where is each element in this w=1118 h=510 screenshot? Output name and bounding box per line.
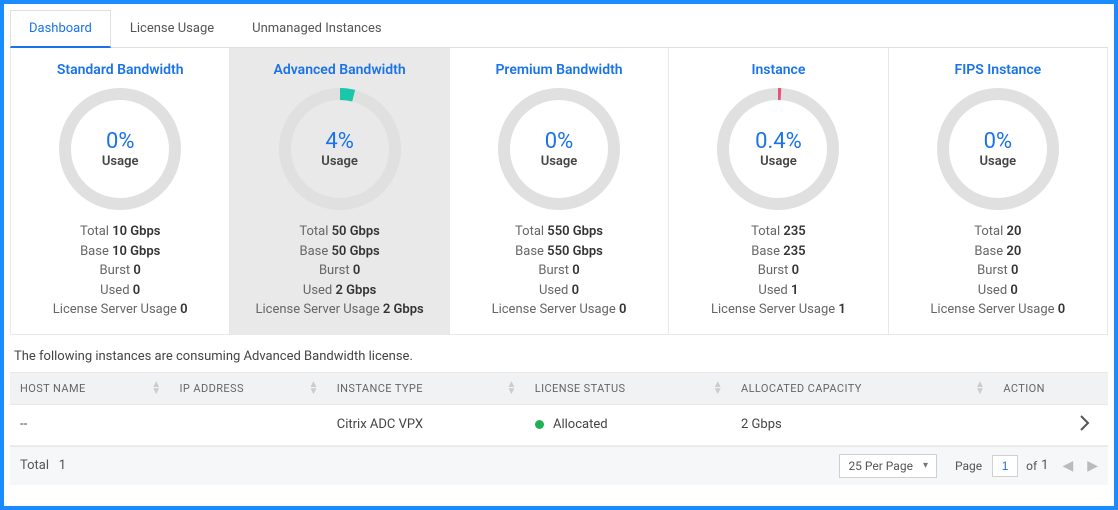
col-license-status[interactable]: LICENSE STATUS▲▼ [525, 372, 731, 404]
status-dot-icon [535, 420, 544, 429]
per-page-select[interactable]: 25 Per Page ▾ [839, 454, 937, 478]
cell-type: Citrix ADC VPX [327, 404, 525, 445]
card-stats: Total 550 Gbps Base 550 Gbps Burst 0 Use… [458, 222, 660, 320]
total-label: Total [20, 458, 49, 473]
usage-percent: 0.4% [755, 129, 802, 154]
instances-table: HOST NAME▲▼IP ADDRESS▲▼INSTANCE TYPE▲▼LI… [10, 372, 1108, 446]
card-stats: Total 50 Gbps Base 50 Gbps Burst 0 Used … [238, 222, 440, 320]
usage-card-advanced-bandwidth[interactable]: Advanced Bandwidth 4% Usage Total 50 Gbp… [230, 48, 449, 334]
cell-capacity: 2 Gbps [731, 404, 993, 445]
table-row: -- Citrix ADC VPX Allocated 2 Gbps [10, 404, 1108, 445]
cell-status: Allocated [525, 404, 731, 445]
card-title[interactable]: FIPS Instance [897, 62, 1099, 78]
card-stats: Total 20 Base 20 Burst 0 Used 0 License … [897, 222, 1099, 320]
tab-bar: DashboardLicense UsageUnmanaged Instance… [10, 10, 1108, 48]
donut-chart: 4% Usage [238, 84, 440, 214]
tab-license-usage[interactable]: License Usage [111, 10, 233, 47]
card-title[interactable]: Premium Bandwidth [458, 62, 660, 78]
cell-host: -- [10, 404, 170, 445]
usage-card-premium-bandwidth[interactable]: Premium Bandwidth 0% Usage Total 550 Gbp… [450, 48, 669, 334]
card-stats: Total 10 Gbps Base 10 Gbps Burst 0 Used … [19, 222, 221, 320]
usage-cards-row: Standard Bandwidth 0% Usage Total 10 Gbp… [10, 48, 1108, 335]
tab-dashboard[interactable]: Dashboard [10, 10, 111, 48]
prev-page-button[interactable]: ◀ [1062, 458, 1073, 474]
usage-percent: 0% [545, 129, 573, 154]
cell-ip [170, 404, 327, 445]
usage-percent: 0% [106, 129, 134, 154]
total-value: 1 [59, 458, 66, 473]
chevron-down-icon: ▾ [923, 460, 928, 471]
page-label: Page [955, 459, 982, 473]
cell-action [993, 404, 1108, 445]
usage-card-fips-instance[interactable]: FIPS Instance 0% Usage Total 20 Base 20 … [889, 48, 1107, 334]
col-instance-type[interactable]: INSTANCE TYPE▲▼ [327, 372, 525, 404]
sort-icon[interactable]: ▲▼ [151, 381, 161, 395]
donut-chart: 0.4% Usage [677, 84, 879, 214]
sort-icon[interactable]: ▲▼ [506, 381, 516, 395]
usage-label: Usage [541, 154, 578, 169]
sort-icon[interactable]: ▲▼ [713, 381, 723, 395]
col-host-name[interactable]: HOST NAME▲▼ [10, 372, 170, 404]
instances-description: The following instances are consuming Ad… [14, 349, 1108, 364]
col-action[interactable]: ACTION [993, 372, 1108, 404]
card-title[interactable]: Standard Bandwidth [19, 62, 221, 78]
total-pages-value: 1 [1041, 458, 1048, 473]
table-footer: Total 1 25 Per Page ▾ Page of 1 ◀ ▶ [10, 446, 1108, 485]
sort-icon[interactable]: ▲▼ [308, 381, 318, 395]
donut-chart: 0% Usage [458, 84, 660, 214]
usage-label: Usage [760, 154, 797, 169]
card-title[interactable]: Instance [677, 62, 879, 78]
chevron-right-icon [1080, 415, 1090, 431]
next-page-button[interactable]: ▶ [1087, 458, 1098, 474]
col-ip-address[interactable]: IP ADDRESS▲▼ [170, 372, 327, 404]
usage-label: Usage [980, 154, 1017, 169]
row-action-button[interactable] [1080, 412, 1090, 437]
card-stats: Total 235 Base 235 Burst 0 Used 1 Licens… [677, 222, 879, 320]
page-input[interactable] [992, 455, 1018, 477]
donut-chart: 0% Usage [19, 84, 221, 214]
usage-label: Usage [321, 154, 358, 169]
sort-icon[interactable]: ▲▼ [975, 381, 985, 395]
card-title[interactable]: Advanced Bandwidth [238, 62, 440, 78]
per-page-label: 25 Per Page [848, 459, 913, 473]
usage-card-standard-bandwidth[interactable]: Standard Bandwidth 0% Usage Total 10 Gbp… [11, 48, 230, 334]
usage-percent: 4% [325, 129, 353, 154]
col-allocated-capacity[interactable]: ALLOCATED CAPACITY▲▼ [731, 372, 993, 404]
of-label: of [1026, 459, 1037, 473]
tab-unmanaged-instances[interactable]: Unmanaged Instances [233, 10, 400, 47]
usage-percent: 0% [984, 129, 1012, 154]
usage-card-instance[interactable]: Instance 0.4% Usage Total 235 Base 235 B… [669, 48, 888, 334]
donut-chart: 0% Usage [897, 84, 1099, 214]
usage-label: Usage [102, 154, 139, 169]
